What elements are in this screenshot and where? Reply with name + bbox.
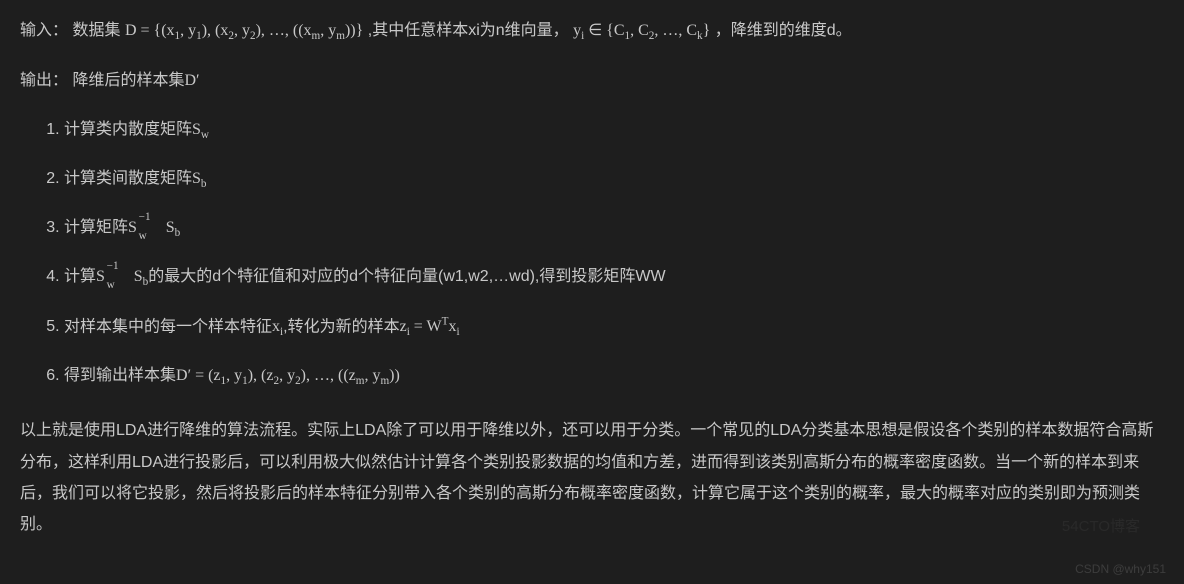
step-text: 得到输出样本集D′ = (z1, y1), (z2, y2), …, ((zm,… <box>64 367 400 384</box>
output-text: 降维后的样本集D′ <box>72 72 199 89</box>
step-math: S−1wSb <box>96 268 148 285</box>
step-math: Sw <box>192 121 209 138</box>
step-text: 计算 <box>64 268 96 285</box>
explanation-paragraph: 以上就是使用LDA进行降维的算法流程。实际上LDA除了可以用于降维以外，还可以用… <box>20 415 1164 540</box>
input-mid: ,其中任意样本xi为n维向量， <box>368 22 569 39</box>
input-label: 输入： <box>20 22 68 39</box>
input-set: D = {(x1, y1), (x2, y2), …, ((xm, ym))} <box>125 22 363 39</box>
step-math: S−1wSb <box>128 219 180 236</box>
step-2: 计算类间散度矩阵Sb <box>64 165 1164 194</box>
step-tail: 的最大的d个特征值和对应的d个特征向量(w1,w2,…wd),得到投影矩阵WW <box>148 268 665 285</box>
output-label: 输出： <box>20 72 68 89</box>
step-text: 计算矩阵 <box>64 219 128 236</box>
output-line: 输出： 降维后的样本集D′ <box>20 68 1164 94</box>
input-y: yi ∈ {C1, C2, …, Ck} <box>573 22 710 39</box>
step-1: 计算类内散度矩阵Sw <box>64 116 1164 145</box>
watermark-csdn: CSDN @why151 <box>1075 562 1166 576</box>
step-6: 得到输出样本集D′ = (z1, y1), (z2, y2), …, ((zm,… <box>64 362 1164 391</box>
step-text: 计算类内散度矩阵 <box>64 121 192 138</box>
step-4: 计算S−1wSb的最大的d个特征值和对应的d个特征向量(w1,w2,…wd),得… <box>64 263 1164 292</box>
input-tail: ，降维到的维度d。 <box>715 22 852 39</box>
step-text: 对样本集中的每一个样本特征xi,转化为新的样本zi = WTxi <box>64 318 460 335</box>
input-prefix: 数据集 <box>72 22 120 39</box>
step-3: 计算矩阵S−1wSb <box>64 214 1164 243</box>
step-5: 对样本集中的每一个样本特征xi,转化为新的样本zi = WTxi <box>64 313 1164 343</box>
input-line: 输入： 数据集 D = {(x1, y1), (x2, y2), …, ((xm… <box>20 18 1164 46</box>
step-text: 计算类间散度矩阵 <box>64 170 192 187</box>
step-math: Sb <box>192 170 207 187</box>
steps-list: 计算类内散度矩阵Sw 计算类间散度矩阵Sb 计算矩阵S−1wSb 计算S−1wS… <box>20 116 1164 392</box>
